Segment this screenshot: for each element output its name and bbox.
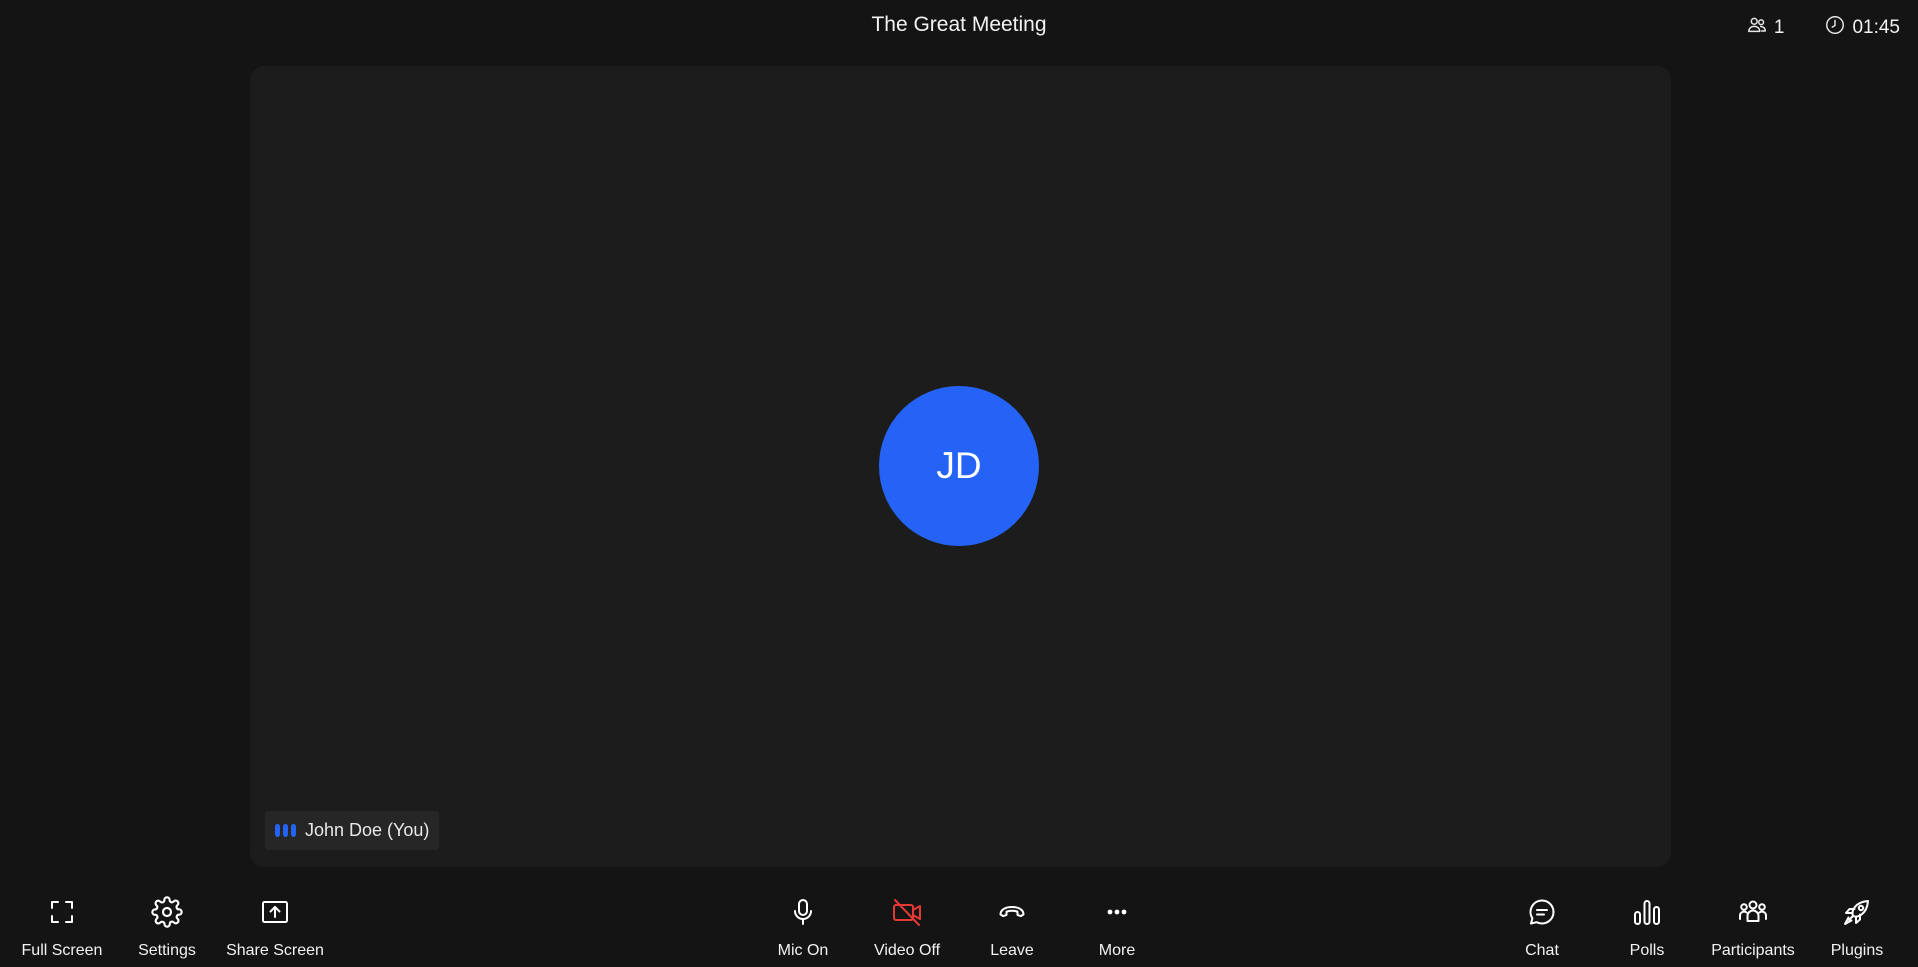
more-button[interactable]: More [1057,885,1177,961]
video-label: Video Off [873,942,941,959]
video-stage: JD John Doe (You) [250,66,1671,867]
header-status: 1 01:45 [1746,14,1900,42]
meeting-app: The Great Meeting 1 01:45 JD John Doe (Y… [0,0,1918,967]
settings-label: Settings [138,942,196,959]
leave-button[interactable]: Leave [952,885,1072,961]
clock-icon [1824,14,1846,42]
avatar-initials: JD [936,445,982,486]
audio-bar [291,824,296,837]
participants-button[interactable]: Participants [1693,885,1813,961]
share-screen-icon [259,885,291,933]
microphone-icon [787,885,819,933]
fullscreen-icon [46,885,78,933]
participants-icon [1737,885,1769,933]
polls-label: Polls [1629,942,1665,959]
chat-label: Chat [1525,942,1559,959]
participants-label: Participants [1711,942,1795,959]
bottom-toolbar: Full Screen Settings Share Screen Mic On… [0,885,1918,967]
participant-name-tag: John Doe (You) [265,811,440,850]
chat-button[interactable]: Chat [1482,885,1602,961]
full-screen-button[interactable]: Full Screen [2,885,122,961]
people-icon [1746,14,1768,42]
avatar: JD [879,386,1039,546]
mic-button[interactable]: Mic On [743,885,863,961]
video-off-icon [891,885,923,933]
participants-count: 1 [1773,17,1785,38]
meeting-timer: 01:45 [1824,14,1900,42]
polls-icon [1631,885,1663,933]
share-screen-button[interactable]: Share Screen [215,885,335,961]
gear-icon [151,885,183,933]
plugins-label: Plugins [1830,942,1884,959]
full-screen-label: Full Screen [21,942,103,959]
settings-button[interactable]: Settings [107,885,227,961]
audio-bar [283,824,288,837]
polls-button[interactable]: Polls [1587,885,1707,961]
audio-bar [275,824,280,837]
participant-name: John Doe (You) [305,820,430,840]
meeting-title: The Great Meeting [871,13,1047,36]
more-dots-icon [1101,885,1133,933]
plugins-button[interactable]: Plugins [1797,885,1917,961]
participants-counter[interactable]: 1 [1746,14,1785,42]
timer-value: 01:45 [1852,17,1900,38]
mic-label: Mic On [777,942,829,959]
rocket-icon [1841,885,1873,933]
audio-level-icon [275,824,296,837]
meeting-header: The Great Meeting 1 01:45 [0,0,1918,56]
more-label: More [1098,942,1136,959]
share-screen-label: Share Screen [226,942,324,959]
video-button[interactable]: Video Off [847,885,967,961]
phone-hangup-icon [996,885,1028,933]
leave-label: Leave [990,942,1034,959]
chat-icon [1526,885,1558,933]
